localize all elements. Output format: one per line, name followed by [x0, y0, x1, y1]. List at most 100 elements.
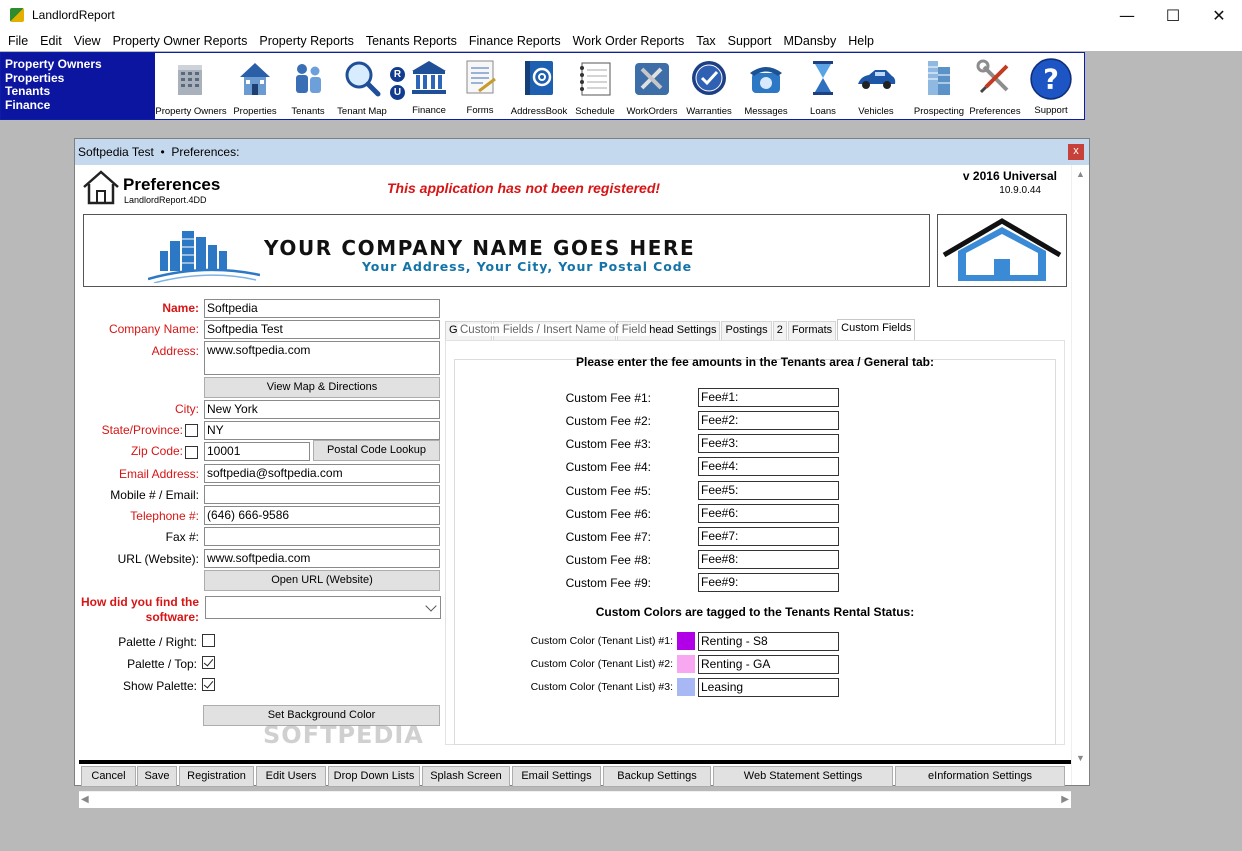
custom-color-3-input[interactable]: Leasing: [698, 678, 839, 697]
custom-color-1-swatch[interactable]: [677, 632, 695, 650]
custom-fee-9-input[interactable]: Fee#9:: [698, 573, 839, 592]
minimize-button[interactable]: —: [1104, 0, 1150, 30]
scroll-right-icon[interactable]: ▶: [1061, 794, 1069, 805]
backup-settings-button[interactable]: Backup Settings: [603, 766, 711, 787]
open-url-button[interactable]: Open URL (Website): [204, 570, 440, 591]
palette-top-checkbox[interactable]: [202, 656, 215, 669]
u-button[interactable]: U: [390, 85, 405, 100]
menu-work-order-reports[interactable]: Work Order Reports: [567, 34, 691, 48]
menu-help[interactable]: Help: [842, 34, 880, 48]
tool-support[interactable]: ? Support: [1025, 56, 1077, 118]
email-settings-button[interactable]: Email Settings: [512, 766, 601, 787]
menu-mdansby[interactable]: MDansby: [777, 34, 842, 48]
view-map-button[interactable]: View Map & Directions: [204, 377, 440, 398]
custom-color-3-swatch[interactable]: [677, 678, 695, 696]
menu-support[interactable]: Support: [722, 34, 778, 48]
custom-fee-1-input[interactable]: Fee#1:: [698, 388, 839, 407]
tool-vehicles[interactable]: Vehicles: [849, 56, 903, 118]
quick-nav-tenants[interactable]: Tenants: [5, 85, 155, 99]
custom-color-1-input[interactable]: Renting - S8: [698, 632, 839, 651]
city-input[interactable]: New York: [204, 400, 440, 419]
fax-input[interactable]: [204, 527, 440, 546]
custom-fee-2-input[interactable]: Fee#2:: [698, 411, 839, 430]
custom-fee-6-input[interactable]: Fee#6:: [698, 504, 839, 523]
custom-fee-5-input[interactable]: Fee#5:: [698, 481, 839, 500]
tab-2[interactable]: 2: [772, 321, 787, 340]
tool-schedule[interactable]: Schedule: [571, 56, 619, 118]
show-palette-checkbox[interactable]: [202, 678, 215, 691]
tool-warranties[interactable]: Warranties: [682, 56, 736, 118]
save-button[interactable]: Save: [137, 766, 177, 787]
custom-color-2-swatch[interactable]: [677, 655, 695, 673]
horizontal-scrollbar[interactable]: ◀ ▶: [79, 791, 1071, 808]
name-input[interactable]: Softpedia: [204, 299, 440, 318]
custom-fee-7-input[interactable]: Fee#7:: [698, 527, 839, 546]
company-name-input[interactable]: Softpedia Test: [204, 320, 440, 339]
scroll-down-icon[interactable]: ▼: [1076, 753, 1085, 763]
menu-property-reports[interactable]: Property Reports: [253, 34, 359, 48]
custom-fee-4-input[interactable]: Fee#4:: [698, 457, 839, 476]
logo-box[interactable]: [937, 214, 1067, 287]
found-software-select[interactable]: [205, 596, 441, 619]
tab-formats[interactable]: Formats: [787, 321, 837, 340]
tool-label: Vehicles: [858, 106, 894, 117]
tab-custom-fields[interactable]: Custom Fields: [837, 319, 916, 340]
menu-view[interactable]: View: [68, 34, 107, 48]
r-button[interactable]: R: [390, 67, 405, 82]
address-input[interactable]: www.softpedia.com: [204, 341, 440, 375]
quick-nav-properties[interactable]: Properties: [5, 71, 155, 86]
close-button[interactable]: ✕: [1196, 0, 1242, 30]
state-checkbox[interactable]: [185, 424, 198, 437]
email-input[interactable]: softpedia@softpedia.com: [204, 464, 440, 483]
quick-nav-property-owners[interactable]: Property Owners: [5, 57, 155, 72]
quick-nav-finance[interactable]: Finance: [5, 98, 155, 113]
tool-tenants[interactable]: Tenants: [285, 56, 331, 118]
custom-fee-8-input[interactable]: Fee#8:: [698, 550, 839, 569]
palette-right-checkbox[interactable]: [202, 634, 215, 647]
zip-checkbox[interactable]: [185, 446, 198, 459]
scroll-up-icon[interactable]: ▲: [1076, 169, 1085, 179]
menu-property-owner-reports[interactable]: Property Owner Reports: [107, 34, 254, 48]
tool-messages[interactable]: Messages: [738, 56, 794, 118]
tool-prospecting[interactable]: Prospecting: [909, 56, 969, 118]
form-labels: Name: Company Name: Address: City: State…: [75, 165, 199, 785]
edit-users-button[interactable]: Edit Users: [256, 766, 326, 787]
custom-color-2-input[interactable]: Renting - GA: [698, 655, 839, 674]
letterhead-banner[interactable]: YOUR COMPANY NAME GOES HERE Your Address…: [83, 214, 930, 287]
splash-screen-button[interactable]: Splash Screen: [422, 766, 510, 787]
tool-forms[interactable]: Forms: [456, 56, 504, 118]
custom-fee-3-input[interactable]: Fee#3:: [698, 434, 839, 453]
tool-preferences[interactable]: Preferences: [967, 56, 1023, 118]
menu-file[interactable]: File: [2, 34, 34, 48]
tool-tenant-map[interactable]: Tenant Map: [334, 56, 390, 118]
drop-down-lists-button[interactable]: Drop Down Lists: [328, 766, 420, 787]
email-label: Email Address:: [118, 467, 199, 481]
tool-properties[interactable]: Properties: [229, 56, 281, 118]
tab-postings[interactable]: Postings: [721, 321, 772, 340]
registration-button[interactable]: Registration: [179, 766, 254, 787]
dialog-close-button[interactable]: x: [1068, 144, 1084, 160]
url-input[interactable]: www.softpedia.com: [204, 549, 440, 568]
tool-finance[interactable]: Finance: [406, 56, 452, 118]
mobile-input[interactable]: [204, 485, 440, 504]
tool-addressbook[interactable]: AddressBook: [508, 56, 570, 118]
postal-code-lookup-button[interactable]: Postal Code Lookup: [313, 440, 440, 461]
tool-loans[interactable]: Loans: [801, 56, 845, 118]
state-input[interactable]: NY: [204, 421, 440, 440]
tool-property-owners[interactable]: Property Owners: [155, 56, 227, 118]
telephone-input[interactable]: (646) 666-9586: [204, 506, 440, 525]
einformation-settings-button[interactable]: eInformation Settings: [895, 766, 1065, 787]
document-icon: [466, 60, 496, 94]
menu-edit[interactable]: Edit: [34, 34, 68, 48]
menu-finance-reports[interactable]: Finance Reports: [463, 34, 567, 48]
zip-input[interactable]: 10001: [204, 442, 310, 461]
menu-tax[interactable]: Tax: [690, 34, 721, 48]
cancel-button[interactable]: Cancel: [81, 766, 136, 787]
web-statement-settings-button[interactable]: Web Statement Settings: [713, 766, 893, 787]
menu-tenants-reports[interactable]: Tenants Reports: [360, 34, 463, 48]
scroll-left-icon[interactable]: ◀: [81, 794, 89, 805]
maximize-button[interactable]: ☐: [1150, 0, 1196, 30]
hourglass-icon: [813, 61, 833, 95]
tool-workorders[interactable]: WorkOrders: [623, 56, 681, 118]
vertical-scrollbar[interactable]: ▲ ▼: [1071, 165, 1089, 785]
